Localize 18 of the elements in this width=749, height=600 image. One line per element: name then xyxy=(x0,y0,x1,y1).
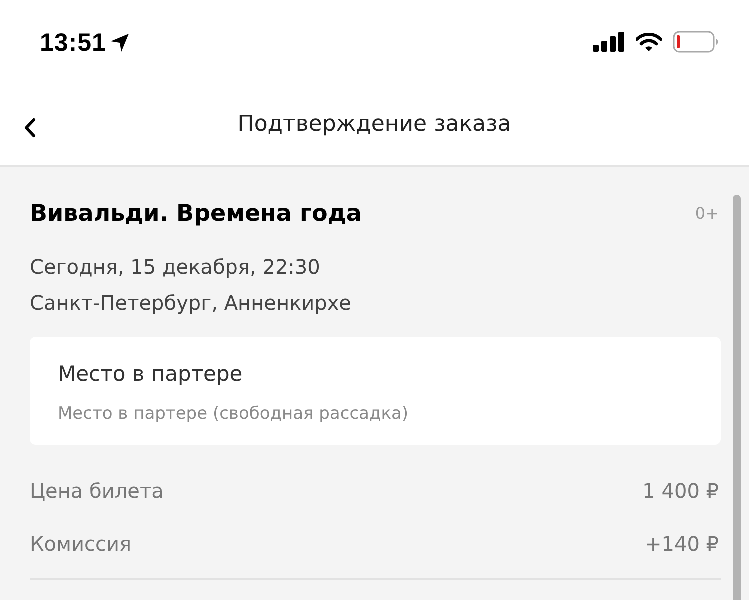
age-rating: 0+ xyxy=(695,203,719,225)
event-title: Вивальди. Времена года xyxy=(30,200,362,229)
price-value: 1 400 ₽ xyxy=(642,478,719,502)
ticket-title: Место в партере xyxy=(58,361,243,388)
event-venue: Санкт-Петербург, Анненкирхе xyxy=(30,290,352,317)
event-date: Сегодня, 15 декабря, 22:30 xyxy=(30,254,322,281)
wifi-icon xyxy=(636,32,662,52)
status-time: 13:51 xyxy=(40,28,106,58)
signal-icon xyxy=(593,32,625,52)
screen-title: Подтверждение заказа xyxy=(238,112,512,136)
battery-icon xyxy=(673,31,719,53)
price-label: Цена билета xyxy=(30,478,164,502)
price-label: Комиссия xyxy=(30,532,132,556)
scroll-bar[interactable] xyxy=(733,195,741,600)
location-arrow-icon xyxy=(110,33,130,53)
price-value: +140 ₽ xyxy=(644,532,719,556)
ticket-description: Место в партере (свободная рассадка) xyxy=(58,403,409,426)
chevron-left-icon xyxy=(24,118,36,138)
